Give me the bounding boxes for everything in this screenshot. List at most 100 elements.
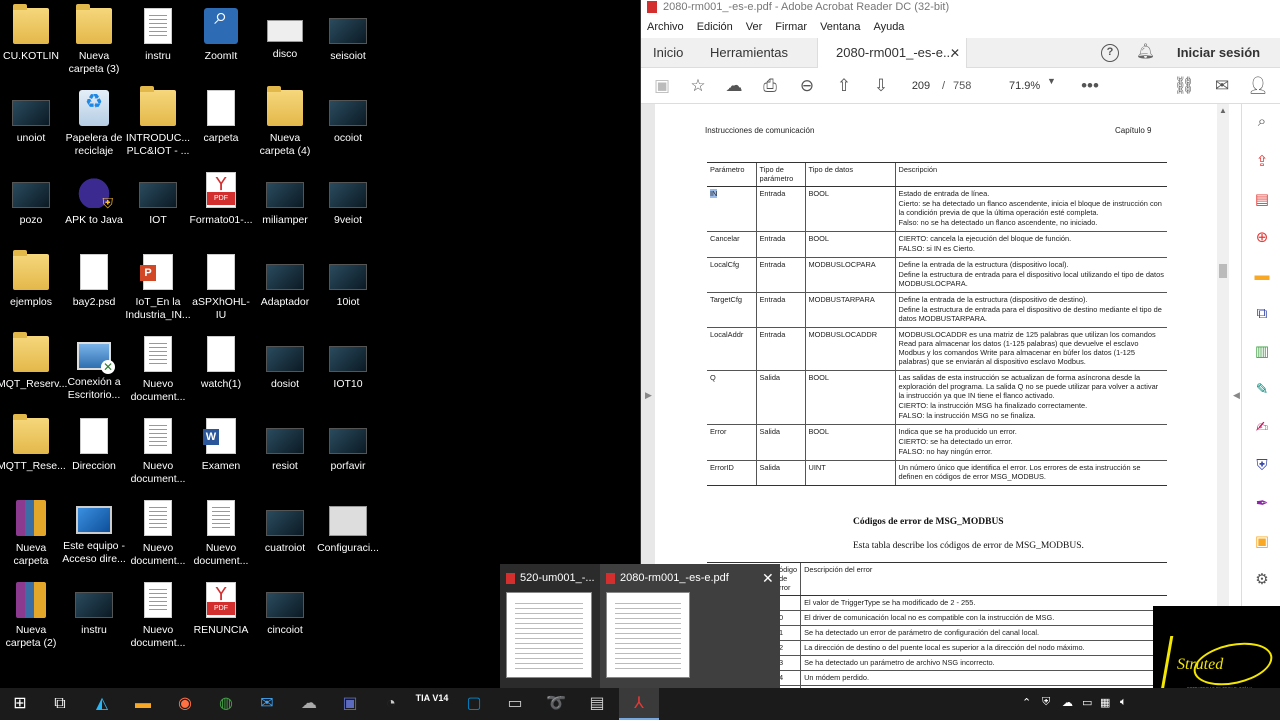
share-link-icon[interactable]: ⛓ (1173, 75, 1195, 97)
desktop-icon[interactable]: Nueva carpeta (3) (60, 4, 128, 76)
file-explorer-icon[interactable]: ▬ (123, 688, 163, 720)
desktop-icon[interactable]: instru (60, 582, 128, 637)
desktop-icon[interactable]: RENUNCIA (187, 582, 255, 637)
vertical-scrollbar[interactable]: ▲ (1217, 104, 1229, 688)
comment-icon[interactable]: ▬ (1252, 266, 1272, 286)
app-icon[interactable]: ➰ (536, 688, 576, 720)
desktop-icon[interactable]: Nuevo document... (124, 500, 192, 568)
scrollbar-thumb[interactable] (1219, 264, 1227, 278)
desktop-icon[interactable]: ocoiot (314, 90, 382, 145)
zoom-out-search-icon[interactable]: ⊖ (796, 75, 818, 97)
desktop-icon[interactable]: Direccion (60, 418, 128, 473)
desktop-icon[interactable]: porfavir (314, 418, 382, 473)
desktop-icon[interactable]: Nueva carpeta (0, 500, 65, 568)
desktop-icon[interactable]: carpeta (187, 90, 255, 145)
more-tools-icon[interactable]: ••• (1079, 75, 1101, 97)
task-view-icon[interactable]: ⧉ (40, 688, 80, 720)
desktop-icon[interactable]: 9veiot (314, 172, 382, 227)
zoom-dropdown-icon[interactable]: ▼ (1047, 76, 1056, 86)
preview-window-2[interactable]: 2080-rm001_-es-e.pdf (600, 564, 780, 688)
app-icon[interactable]: ▣ (330, 688, 370, 720)
desktop-icon[interactable]: Nuevo document... (124, 418, 192, 486)
tab-tools[interactable]: Herramientas (710, 38, 788, 68)
firefox-icon[interactable]: ◉ (165, 688, 205, 720)
desktop-icon[interactable]: disco (251, 8, 319, 61)
tray-app-icon[interactable]: ⛨ (1042, 696, 1050, 709)
print-icon[interactable]: ⎙ (759, 75, 781, 97)
tab-home[interactable]: Inicio (653, 38, 683, 68)
bookmark-star-icon[interactable]: ☆ (687, 75, 709, 97)
desktop-icon[interactable]: Configuraci... (314, 500, 382, 555)
app-icon[interactable]: ▢ (454, 688, 494, 720)
cloud-upload-icon[interactable]: ☁ (723, 75, 745, 97)
acrobat-icon[interactable]: ⅄ (619, 688, 659, 720)
export-pdf-icon[interactable]: ⇪ (1252, 152, 1272, 172)
protect-icon[interactable]: ⛨ (1252, 456, 1272, 476)
app-icon[interactable]: ◔ (371, 688, 411, 720)
close-preview-icon[interactable]: ✕ (762, 570, 774, 587)
desktop-icon[interactable]: Nuevo document... (124, 582, 192, 650)
edit-pdf-icon[interactable]: ✎ (1252, 380, 1272, 400)
desktop-icon[interactable]: resiot (251, 418, 319, 473)
desktop-icon[interactable]: INTRODUC... PLC&IOT - ... (124, 86, 192, 158)
desktop-icon[interactable]: miliamper (251, 172, 319, 227)
help-icon[interactable]: ? (1101, 44, 1119, 62)
notification-bell-icon[interactable]: 🔔︎ (1136, 42, 1155, 60)
desktop-icon[interactable]: CU.KOTLIN (0, 4, 65, 63)
battery-icon[interactable]: ▭ (1082, 696, 1092, 709)
tia-portal-icon[interactable]: TIA V14 (412, 688, 452, 720)
add-pdf-icon[interactable]: ⊕ (1252, 228, 1272, 248)
preview-window-1[interactable]: 520-um001_-... (500, 564, 600, 688)
zoom-search-icon[interactable]: ⌕ (1252, 112, 1272, 132)
combine-files-icon[interactable]: ⧉ (1252, 304, 1272, 324)
start-icon[interactable]: ⊞ (0, 688, 40, 720)
collapse-left-panel-icon[interactable]: ▶ (645, 390, 652, 401)
next-page-icon[interactable]: ⇩ (870, 75, 892, 97)
desktop-icon[interactable]: watch(1) (187, 336, 255, 391)
desktop-icon[interactable]: MQTT_Rese... (0, 414, 66, 473)
desktop-icon[interactable]: Papelera de reciclaje (60, 90, 128, 158)
desktop-icon[interactable]: Nuevo document... (187, 500, 255, 568)
desktop-icon[interactable]: Conexión a Escritorio... (60, 336, 128, 402)
fill-sign-icon[interactable]: ✍ (1252, 418, 1272, 438)
sign-in-button[interactable]: Iniciar sesión (1177, 38, 1260, 68)
desktop-icon[interactable]: Nueva carpeta (2) (0, 582, 65, 650)
desktop-icon[interactable]: IOT (124, 172, 192, 227)
network-icon[interactable]: ▦ (1100, 696, 1110, 709)
app-icon[interactable]: ▤ (577, 688, 617, 720)
menu-ventana[interactable]: Ventana (820, 21, 860, 33)
scroll-up-icon[interactable]: ▲ (1219, 106, 1227, 115)
menu-firmar[interactable]: Firmar (775, 21, 807, 33)
desktop-icon[interactable]: aSPXhOHL-IU (187, 254, 255, 322)
send-for-comments-icon[interactable]: ▣ (1252, 532, 1272, 552)
desktop-icon[interactable]: instru (124, 8, 192, 63)
request-signature-icon[interactable]: ✒ (1252, 494, 1272, 514)
previous-page-icon[interactable]: ⇧ (833, 75, 855, 97)
window-title-bar[interactable]: 2080-rm001_-es-e.pdf - Adobe Acrobat Rea… (641, 0, 1280, 16)
desktop-icon[interactable]: MQT_Reserv... (0, 332, 67, 391)
page-number-input[interactable]: 209 (901, 77, 941, 95)
save-icon[interactable]: ▣ (651, 75, 673, 97)
close-tab-icon[interactable]: ✕ (950, 38, 960, 68)
menu-edicion[interactable]: Edición (697, 21, 733, 33)
app-icon[interactable]: ▭ (495, 688, 535, 720)
desktop-icon[interactable]: Este equipo - Acceso dire... (60, 500, 128, 566)
desktop-icon[interactable]: Nueva carpeta (4) (251, 86, 319, 158)
app-icon[interactable]: ◭ (82, 688, 122, 720)
desktop-icon[interactable]: Examen (187, 418, 255, 473)
desktop-icon[interactable]: seisoiot (314, 8, 382, 63)
desktop-icon[interactable]: unoiot (0, 90, 65, 145)
tab-document[interactable]: 2080-rm001_-es-e... ✕ (817, 38, 967, 68)
desktop-icon[interactable]: cuatroiot (251, 500, 319, 555)
desktop-icon[interactable]: APK to Java (60, 172, 128, 227)
menu-ayuda[interactable]: Ayuda (873, 21, 904, 33)
desktop-icon[interactable]: pozo (0, 172, 65, 227)
add-user-icon[interactable]: 👤︎ (1247, 75, 1269, 97)
mail-icon[interactable]: ✉ (247, 688, 287, 720)
desktop-icon[interactable]: 10iot (314, 254, 382, 309)
volume-icon[interactable]: 🔈︎ (1120, 696, 1127, 709)
desktop-icon[interactable]: cincoiot (251, 582, 319, 637)
desktop-icon[interactable]: bay2.psd (60, 254, 128, 309)
menu-ver[interactable]: Ver (746, 21, 763, 33)
create-pdf-icon[interactable]: ▤ (1252, 190, 1272, 210)
